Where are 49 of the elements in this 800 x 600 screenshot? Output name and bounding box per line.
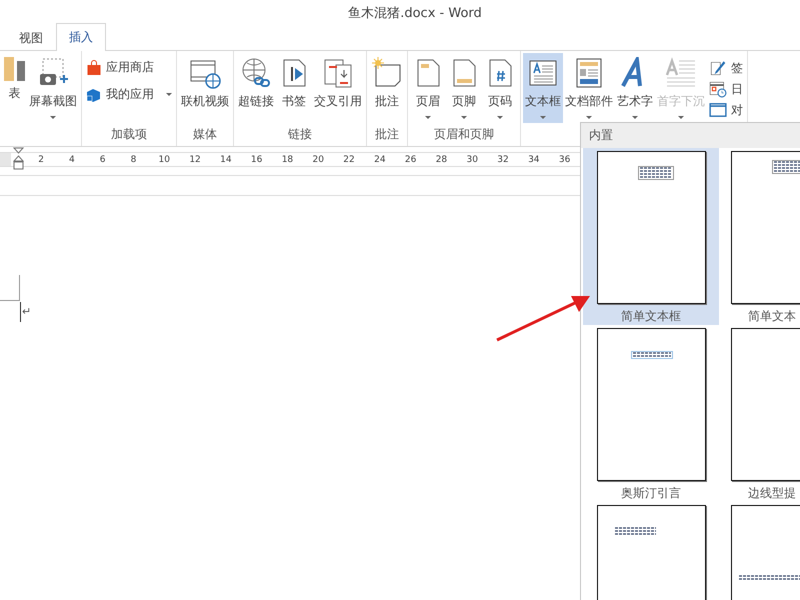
ribbon-tab[interactable]: 视图 [6, 25, 56, 51]
ruler-number: 2 [37, 154, 45, 164]
ruler-number: 30 [465, 154, 479, 164]
paragraph-mark: ↵ [20, 302, 32, 322]
ribbon-button[interactable]: 书签 [276, 53, 312, 123]
ruler-number: 24 [373, 154, 387, 164]
ruler-number: 28 [434, 154, 448, 164]
ribbon-button[interactable]: 页脚 [446, 53, 482, 123]
ribbon-tab[interactable]: 插入 [56, 23, 106, 51]
ruler-number: 16 [250, 154, 264, 164]
ruler-number: 20 [312, 154, 325, 164]
ribbon-button[interactable]: 文本框 [523, 53, 563, 123]
ruler-number: 34 [527, 154, 541, 164]
group-label: 批注 [375, 127, 399, 141]
ruler-number: 8 [130, 154, 138, 164]
gallery-item[interactable]: 奥斯汀引言 [583, 325, 719, 502]
group-label: 页眉和页脚 [434, 127, 494, 141]
ruler-number: 32 [496, 154, 510, 164]
ribbon-button[interactable]: 对 [707, 101, 745, 119]
ribbon-button[interactable]: 页眉 [410, 53, 446, 123]
gallery-item[interactable]: 简单文本框 [583, 148, 719, 325]
ruler-number: 18 [280, 154, 294, 164]
gallery-header: 内置 [589, 127, 613, 144]
gallery-item[interactable]: 边线型提 [731, 325, 800, 502]
group-label: 媒体 [193, 127, 217, 141]
ribbon-button[interactable]: 签 [707, 59, 745, 77]
ribbon-button[interactable]: 批注 [369, 53, 405, 123]
ribbon-button[interactable]: 日 [707, 80, 745, 98]
group-label: 链接 [288, 127, 312, 141]
ruler-number: 22 [342, 154, 356, 164]
ribbon-button[interactable]: 交叉引用 [312, 53, 364, 123]
ruler-number: 26 [404, 154, 418, 164]
ribbon-button[interactable]: 我的应用 [84, 86, 174, 103]
ribbon-button[interactable]: 超链接 [236, 53, 276, 123]
ruler-number: 12 [188, 154, 202, 164]
group-label: 加载项 [111, 127, 147, 141]
ruler-number: 36 [558, 154, 572, 164]
ruler-number: 4 [68, 154, 76, 164]
ribbon-button[interactable]: 联机视频 [179, 53, 231, 123]
ruler-number: 10 [158, 154, 171, 164]
ribbon-button[interactable]: 表 [2, 53, 27, 123]
ribbon-button[interactable]: 文档部件 [563, 53, 615, 123]
ribbon-button[interactable]: 页码 [482, 53, 518, 123]
gallery-item[interactable]: 简单文本 [731, 148, 800, 325]
ruler-number: 14 [219, 154, 233, 164]
window-title: 鱼木混猪.docx - Word [348, 4, 482, 22]
ribbon-button[interactable]: 应用商店 [84, 59, 174, 76]
ruler-number: 6 [98, 154, 107, 164]
ribbon-button[interactable]: 屏幕截图 [27, 53, 79, 123]
